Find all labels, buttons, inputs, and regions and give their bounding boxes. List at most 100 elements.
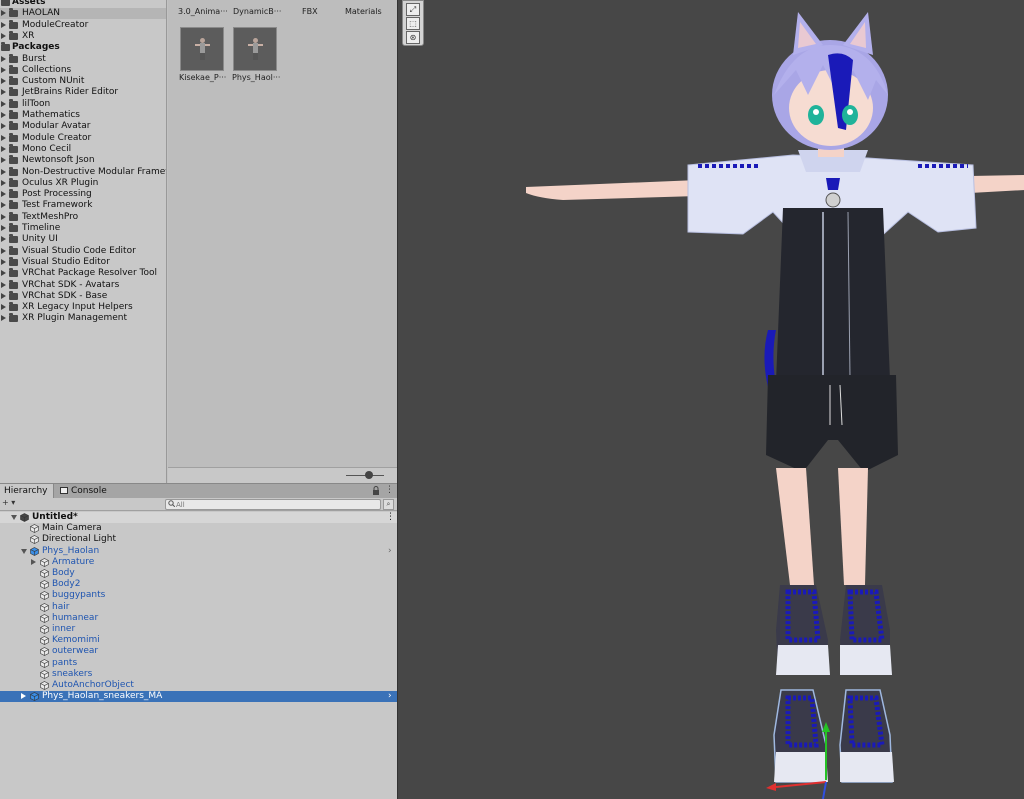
project-tree-item[interactable]: Test Framework <box>0 200 166 211</box>
hierarchy-row[interactable]: Kemomimi <box>0 635 397 646</box>
project-tree-item[interactable]: TextMeshPro <box>0 211 166 223</box>
expand-arrow-icon[interactable] <box>1 179 6 186</box>
expand-arrow-icon[interactable] <box>1 100 6 107</box>
project-tree-item[interactable]: VRChat Package Resolver Tool <box>0 268 166 279</box>
hierarchy-row[interactable]: hair <box>0 602 397 613</box>
expand-arrow-icon[interactable] <box>1 157 6 164</box>
expand-arrow-icon[interactable] <box>1 145 6 152</box>
project-tree-item[interactable]: XR Plugin Management <box>0 313 166 324</box>
project-tree-item[interactable]: VRChat SDK - Base <box>0 290 166 302</box>
project-tree-item[interactable]: Assets <box>0 0 166 8</box>
project-tree-item[interactable]: Timeline <box>0 223 166 234</box>
hierarchy-row[interactable]: AutoAnchorObject <box>0 680 397 691</box>
expand-arrow-icon[interactable] <box>1 225 6 231</box>
scene-row[interactable]: Untitled* ⋮ <box>0 512 397 523</box>
expand-arrow-icon[interactable] <box>1 258 6 265</box>
expand-arrow-icon[interactable] <box>1 304 6 311</box>
expand-arrow-icon[interactable] <box>1 112 6 118</box>
project-tree-item[interactable]: Custom NUnit <box>0 76 166 87</box>
expand-arrow-icon[interactable] <box>1 55 6 62</box>
expand-arrow-icon[interactable] <box>1 236 6 243</box>
project-tree-item[interactable]: Visual Studio Editor <box>0 256 166 268</box>
expand-arrow-icon[interactable] <box>1 10 6 17</box>
expand-arrow-icon[interactable] <box>1 32 6 39</box>
hierarchy-row[interactable]: Body <box>0 568 397 579</box>
project-tree-item[interactable]: Post Processing <box>0 189 166 200</box>
rect-tool-icon[interactable]: ⬚ <box>406 17 420 30</box>
expand-arrow-icon[interactable] <box>1 213 6 220</box>
expand-arrow-icon[interactable] <box>1 134 6 141</box>
expand-arrow-icon[interactable] <box>21 548 27 554</box>
project-tree-item[interactable]: Oculus XR Plugin <box>0 177 166 189</box>
scene-menu-icon[interactable]: ⋮ <box>386 512 395 523</box>
orbit-icon[interactable]: ⊛ <box>406 31 420 44</box>
project-tree-item[interactable]: Collections <box>0 64 166 76</box>
expand-arrow-icon[interactable] <box>1 315 6 322</box>
project-tree-item[interactable]: XR Legacy Input Helpers <box>0 302 166 313</box>
hierarchy-row[interactable]: Directional Light <box>0 534 397 545</box>
project-tree-item[interactable]: Unity UI <box>0 234 166 245</box>
asset-folder[interactable]: Materials <box>345 7 382 16</box>
hierarchy-row[interactable]: inner <box>0 624 397 635</box>
expand-arrow-icon[interactable] <box>1 89 6 96</box>
project-tree-item[interactable]: Modular Avatar <box>0 121 166 132</box>
project-tree-item[interactable]: Newtonsoft Json <box>0 155 166 166</box>
hierarchy-row[interactable]: Main Camera <box>0 523 397 534</box>
project-tree-item[interactable]: Burst <box>0 53 166 65</box>
hierarchy-item-label: Phys_Haolan <box>42 545 100 556</box>
hierarchy-row[interactable]: outerwear <box>0 646 397 657</box>
lock-icon[interactable] <box>372 486 380 495</box>
project-tree-item[interactable]: ModuleCreator <box>0 19 166 31</box>
asset-folder[interactable]: DynamicB··· <box>233 7 281 16</box>
add-object-button[interactable]: + ▾ <box>2 498 15 507</box>
expand-icon[interactable]: ⤢ <box>406 3 420 16</box>
hierarchy-search-input[interactable] <box>165 499 381 510</box>
project-tree-item[interactable]: HAOLAN <box>0 8 166 20</box>
hierarchy-row[interactable]: Phys_Haolan › <box>0 546 397 557</box>
panel-menu-icon[interactable]: ⋮ <box>385 485 394 495</box>
hierarchy-row[interactable]: buggypants <box>0 590 397 601</box>
project-tree-item[interactable]: JetBrains Rider Editor <box>0 87 166 98</box>
hierarchy-row[interactable]: Body2 <box>0 579 397 590</box>
tab-hierarchy[interactable]: Hierarchy <box>0 484 54 498</box>
scene-view[interactable] <box>397 0 1024 799</box>
project-tree-item[interactable]: Visual Studio Code Editor <box>0 245 166 257</box>
expand-arrow-icon[interactable] <box>1 21 6 28</box>
project-tree-item[interactable]: XR <box>0 30 166 42</box>
open-prefab-chevron-icon[interactable]: › <box>388 691 392 702</box>
project-tree-item[interactable]: VRChat SDK - Avatars <box>0 279 166 291</box>
search-filter-icon[interactable]: ⌕ <box>383 499 394 510</box>
expand-arrow-icon[interactable] <box>1 66 6 73</box>
hierarchy-row[interactable]: Armature <box>0 557 397 568</box>
expand-arrow-icon[interactable] <box>1 78 6 85</box>
project-tree-item[interactable]: Mono Cecil <box>0 143 166 155</box>
expand-arrow-icon[interactable] <box>11 515 17 520</box>
project-tree-item[interactable]: Non-Destructive Modular Framewo <box>0 166 166 178</box>
project-tree-item[interactable]: Mathematics <box>0 110 166 121</box>
expand-arrow-icon[interactable] <box>1 168 6 175</box>
project-tree-item[interactable]: lilToon <box>0 98 166 110</box>
expand-arrow-icon[interactable] <box>1 247 6 254</box>
expand-arrow-icon[interactable] <box>31 558 36 565</box>
expand-arrow-icon[interactable] <box>1 123 6 130</box>
expand-arrow-icon[interactable] <box>1 281 6 288</box>
asset-thumbnail[interactable] <box>233 27 277 71</box>
expand-arrow-icon[interactable] <box>21 693 26 700</box>
project-tree-item[interactable]: Packages <box>0 42 166 53</box>
hierarchy-row[interactable]: sneakers <box>0 669 397 680</box>
asset-folder[interactable]: 3.0_Anima··· <box>178 7 228 16</box>
avatar-model[interactable] <box>398 0 1024 799</box>
tab-console[interactable]: Console <box>56 484 111 498</box>
expand-arrow-icon[interactable] <box>1 270 6 277</box>
hierarchy-row[interactable]: humanear <box>0 613 397 624</box>
asset-thumbnail[interactable] <box>180 27 224 71</box>
open-prefab-chevron-icon[interactable]: › <box>388 546 392 557</box>
expand-arrow-icon[interactable] <box>1 202 6 209</box>
hierarchy-row[interactable]: pants <box>0 658 397 669</box>
expand-arrow-icon[interactable] <box>1 292 6 299</box>
zoom-slider-handle[interactable] <box>365 471 373 479</box>
expand-arrow-icon[interactable] <box>1 191 6 198</box>
asset-folder[interactable]: FBX <box>302 7 318 16</box>
project-tree-item[interactable]: Module Creator <box>0 132 166 144</box>
hierarchy-row[interactable]: Phys_Haolan_sneakers_MA › <box>0 691 397 703</box>
